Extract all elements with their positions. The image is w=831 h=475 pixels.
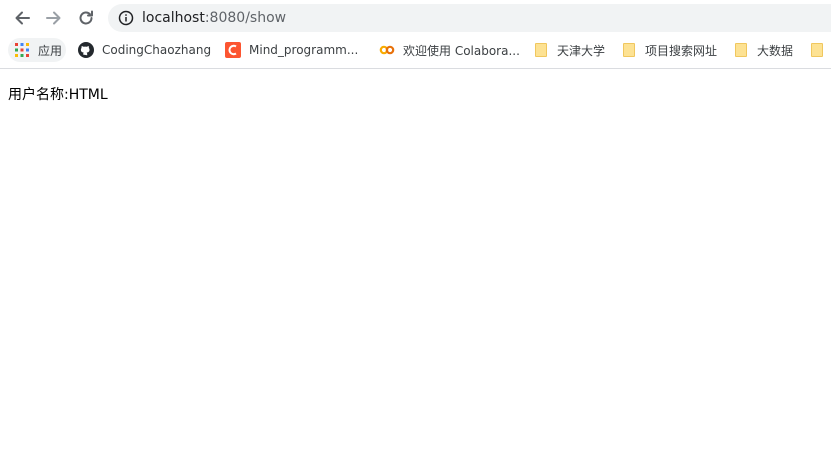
page-content: 用户名称:HTML (8, 84, 108, 104)
url-text[interactable]: localhost:8080/show (142, 4, 286, 32)
bookmark-colaboratory[interactable]: 欢迎使用 Colabora... (379, 40, 520, 60)
colab-icon (379, 42, 395, 58)
bookmark-project-search[interactable]: 项目搜索网址 (621, 40, 717, 60)
bookmark-label: CodingChaozhang (102, 43, 212, 57)
forward-button[interactable] (42, 6, 66, 30)
bookmark-mind-programm[interactable]: Mind_programm... (225, 40, 358, 60)
bookmark-apps[interactable]: 应用 (14, 40, 62, 60)
apps-grid-icon (14, 42, 30, 58)
browser-chrome: localhost:8080/show 应用 CodingChaozhang M… (0, 0, 831, 69)
folder-icon (533, 42, 549, 58)
bookmark-label: 天津大学 (557, 43, 606, 58)
bookmark-codingchaozhang[interactable]: CodingChaozhang (78, 40, 211, 60)
bookmark-big-data[interactable]: 大数据 (733, 40, 793, 60)
bookmark-tianjin-university[interactable]: 天津大学 (533, 40, 605, 60)
bookmark-label: 项目搜索网址 (645, 43, 718, 58)
folder-icon (733, 42, 749, 58)
bookmark-label: 欢迎使用 Colabora... (403, 43, 520, 58)
reload-button[interactable] (74, 6, 98, 30)
address-bar[interactable]: localhost:8080/show (108, 4, 831, 32)
folder-icon (809, 42, 825, 58)
browser-toolbar: localhost:8080/show (0, 0, 831, 36)
url-host: localhost (142, 10, 205, 26)
url-path: :8080/show (204, 10, 287, 26)
csdn-icon (225, 42, 241, 58)
bookmarks-bar: 应用 CodingChaozhang Mind_programm... 欢迎使用… (0, 36, 831, 64)
info-icon[interactable] (118, 10, 134, 26)
back-arrow-icon (15, 11, 30, 25)
username-value: HTML (68, 87, 108, 103)
reload-icon (79, 10, 93, 25)
bookmark-label: Mind_programm... (249, 43, 359, 57)
bookmark-overflow-folder[interactable] (809, 40, 831, 60)
bookmark-label: 应用 (38, 43, 63, 58)
username-label: 用户名称: (8, 87, 69, 103)
github-icon (78, 42, 94, 58)
forward-arrow-icon (46, 11, 61, 25)
bookmark-label: 大数据 (757, 43, 794, 58)
back-button[interactable] (10, 6, 34, 30)
folder-icon (621, 42, 637, 58)
